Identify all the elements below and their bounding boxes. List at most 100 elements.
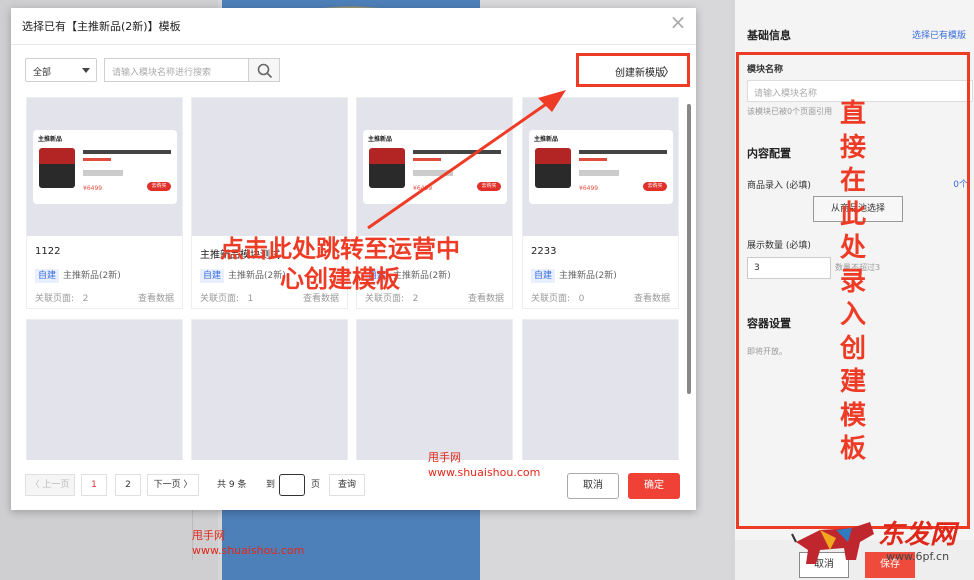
preview-heading: 主推新品 bbox=[534, 136, 559, 143]
template-card[interactable] bbox=[522, 319, 679, 466]
settings-panel: 基础信息 选择已有模版 模块名称 请输入模块名称 该模块已被0个页面引用 内容配… bbox=[735, 0, 974, 580]
watermark-logo-url: www.6pf.cn bbox=[886, 550, 950, 563]
page-2-button[interactable]: 2 bbox=[115, 474, 141, 496]
annotation-vertical-text: 直接在此处录入创建模板 bbox=[839, 99, 866, 464]
total-value: 9 bbox=[228, 480, 235, 490]
template-thumbnail: 主推新品 ¥6499 去购买 bbox=[357, 98, 512, 236]
watermark-name: 甩手网 bbox=[428, 451, 461, 464]
template-preview: 主推新品 ¥6499 去购买 bbox=[529, 130, 673, 204]
view-data-link[interactable]: 查看数据 bbox=[468, 291, 504, 304]
search-icon bbox=[257, 63, 273, 79]
query-button[interactable]: 查询 bbox=[329, 474, 365, 496]
preview-line bbox=[83, 170, 123, 176]
related-count: 2 bbox=[412, 294, 419, 304]
confirm-button[interactable]: 确定 bbox=[628, 473, 680, 499]
watermark-logo-text: 东发网 bbox=[878, 520, 957, 550]
product-image bbox=[39, 148, 75, 188]
product-image bbox=[535, 148, 571, 188]
goto-prefix: 到 bbox=[266, 480, 276, 490]
scrollbar[interactable] bbox=[687, 104, 691, 394]
related-label: 关联页面: bbox=[35, 294, 75, 304]
template-card[interactable] bbox=[356, 319, 513, 466]
card-area-edge bbox=[25, 460, 695, 466]
related-pages: 关联页面: 0 bbox=[531, 291, 584, 304]
preview-line bbox=[83, 158, 111, 161]
chevron-right-icon: 〉 bbox=[662, 65, 675, 79]
view-data-link[interactable]: 查看数据 bbox=[634, 291, 670, 304]
template-type: 主推新品(2新) bbox=[63, 271, 121, 281]
preview-line bbox=[413, 158, 441, 161]
template-source-badge: 自建 bbox=[531, 269, 556, 283]
total-count: 共 9 条 bbox=[217, 474, 247, 496]
product-image bbox=[369, 148, 405, 188]
watermark-url: www.shuaishou.com bbox=[428, 466, 541, 479]
watermark-text-bottom: 甩手网 www.shuaishou.com bbox=[192, 528, 304, 558]
view-data-link[interactable]: 查看数据 bbox=[138, 291, 174, 304]
section-basic-info: 基础信息 bbox=[747, 29, 791, 42]
watermark-logo: 东发网 www.6pf.cn bbox=[790, 512, 972, 572]
template-thumbnail bbox=[357, 320, 512, 466]
watermark-name: 甩手网 bbox=[192, 529, 225, 542]
template-card[interactable] bbox=[191, 319, 348, 466]
filter-value: 全部 bbox=[33, 68, 52, 78]
annotation-jump-text: 点击此处跳转至运营中心创建模板 bbox=[220, 235, 460, 293]
goto-page-input[interactable] bbox=[279, 474, 305, 496]
preview-price: ¥6499 bbox=[83, 185, 103, 192]
preview-price: ¥6499 bbox=[579, 185, 599, 192]
related-label: 关联页面: bbox=[531, 294, 571, 304]
preview-line bbox=[579, 158, 607, 161]
preview-line bbox=[579, 170, 619, 176]
dialog-title: 选择已有【主推新品(2新)】模板 bbox=[22, 20, 181, 33]
select-existing-template-link[interactable]: 选择已有模版 bbox=[912, 28, 966, 41]
preview-line bbox=[413, 170, 453, 176]
preview-buy-button: 去购买 bbox=[147, 182, 171, 191]
template-name: 1122 bbox=[35, 246, 61, 257]
watermark-url: www.shuaishou.com bbox=[192, 544, 305, 557]
prev-page-button[interactable]: 〈 上一页 bbox=[25, 474, 75, 496]
related-pages: 关联页面: 2 bbox=[35, 291, 88, 304]
chevron-down-icon bbox=[82, 68, 90, 73]
preview-heading: 主推新品 bbox=[38, 136, 63, 143]
template-card[interactable]: 主推新品 ¥6499 去购买 1122 自建 主推新品(2新) 关联页面: 2 … bbox=[26, 97, 183, 309]
template-thumbnail: 主推新品 ¥6499 去购买 bbox=[523, 98, 678, 236]
template-thumbnail bbox=[192, 98, 347, 236]
preview-line bbox=[413, 150, 501, 154]
preview-price: ¥6499 bbox=[413, 185, 433, 192]
total-prefix: 共 bbox=[217, 480, 227, 490]
close-icon[interactable]: × bbox=[668, 12, 688, 32]
create-template-label: 创建新模版 bbox=[615, 68, 665, 79]
template-type: 主推新品(2新) bbox=[559, 271, 617, 281]
dialog-divider bbox=[11, 44, 696, 45]
cancel-button[interactable]: 取消 bbox=[567, 473, 619, 499]
create-template-button[interactable]: 创建新模版 〉 bbox=[576, 53, 690, 87]
search-button[interactable] bbox=[248, 58, 280, 82]
template-thumbnail bbox=[27, 320, 182, 466]
preview-heading: 主推新品 bbox=[368, 136, 393, 143]
next-page-button[interactable]: 下一页 〉 bbox=[147, 474, 199, 496]
goto-suffix: 页 bbox=[311, 480, 321, 490]
watermark-text: 甩手网 www.shuaishou.com bbox=[428, 450, 540, 480]
category-filter-select[interactable]: 全部 bbox=[25, 58, 97, 82]
preview-buy-button: 去购买 bbox=[643, 182, 667, 191]
preview-buy-button: 去购买 bbox=[477, 182, 501, 191]
related-count: 0 bbox=[578, 294, 585, 304]
template-preview: 主推新品 ¥6499 去购买 bbox=[33, 130, 177, 204]
template-thumbnail: 主推新品 ¥6499 去购买 bbox=[27, 98, 182, 236]
preview-line bbox=[83, 150, 171, 154]
template-source-badge: 自建 bbox=[35, 269, 60, 283]
related-label: 关联页面: bbox=[200, 294, 240, 304]
total-suffix: 条 bbox=[237, 480, 247, 490]
search-input[interactable]: 请输入模块名称进行搜索 bbox=[104, 58, 248, 82]
template-thumbnail bbox=[192, 320, 347, 466]
related-count: 1 bbox=[247, 294, 254, 304]
template-card[interactable]: 主推新品 ¥6499 去购买 2233 自建 主推新品(2新) 关联页面: 0 … bbox=[522, 97, 679, 309]
template-thumbnail bbox=[523, 320, 678, 466]
bull-logo-icon bbox=[791, 522, 874, 564]
related-label: 关联页面: bbox=[365, 294, 405, 304]
template-name: 2233 bbox=[531, 246, 557, 257]
preview-line bbox=[579, 150, 667, 154]
template-preview: 主推新品 ¥6499 去购买 bbox=[363, 130, 507, 204]
page-1-button[interactable]: 1 bbox=[81, 474, 107, 496]
related-count: 2 bbox=[82, 294, 89, 304]
template-card[interactable] bbox=[26, 319, 183, 466]
